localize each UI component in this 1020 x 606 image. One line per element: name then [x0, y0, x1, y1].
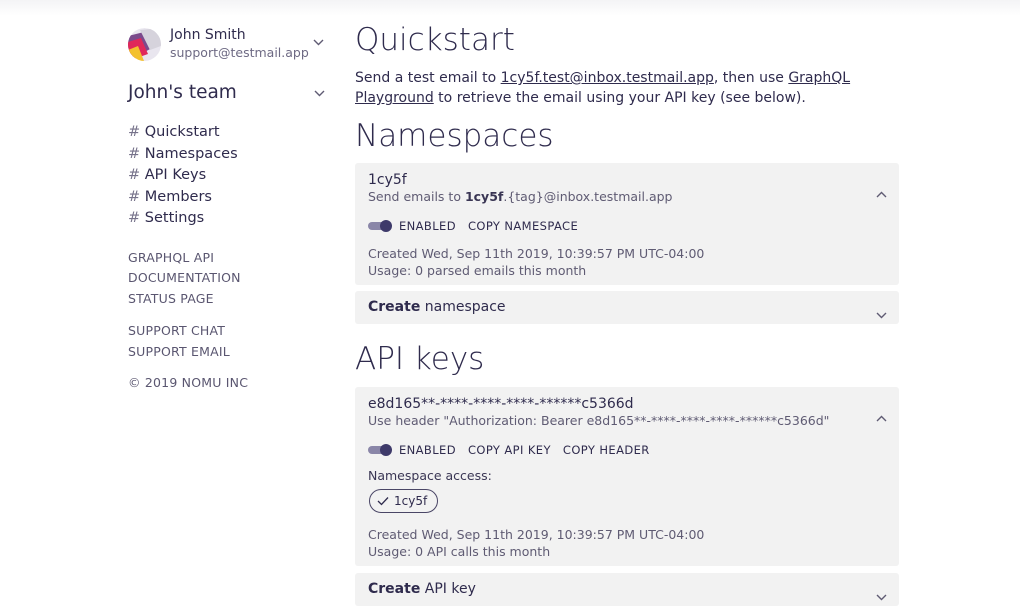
hash-icon: #	[128, 210, 141, 226]
intro-text: , then use	[713, 70, 789, 86]
api-keys-heading: API keys	[355, 341, 485, 377]
enabled-label: ENABLED	[399, 443, 456, 457]
quickstart-text: Send a test email to 1cy5f.test@inbox.te…	[355, 68, 915, 108]
api-key-actions: ENABLED COPY API KEY COPY HEADER	[368, 440, 662, 460]
user-email: support@testmail.app	[170, 45, 309, 60]
sidebar-item-settings[interactable]: # Settings	[128, 208, 328, 230]
enabled-toggle[interactable]	[368, 444, 392, 456]
create-api-key-label: Create API key	[368, 581, 476, 597]
chevron-down-icon[interactable]	[876, 304, 887, 323]
create-namespace-panel[interactable]: Create namespace	[355, 291, 899, 324]
namespaces-heading: Namespaces	[355, 118, 554, 154]
sidebar-item-label: Namespaces	[144, 145, 238, 162]
chip-label: 1cy5f	[394, 494, 428, 508]
support-links: SUPPORT CHAT SUPPORT EMAIL	[128, 321, 328, 362]
api-key-value: e8d165**-****-****-****-******c5366d	[368, 396, 634, 412]
page-title: Quickstart	[355, 22, 515, 58]
create-rest: API key	[420, 581, 476, 597]
intro-text: Send a test email to	[355, 70, 501, 86]
hint-text: .{tag}@inbox.testmail.app	[503, 189, 673, 204]
chevron-down-icon[interactable]	[314, 90, 325, 100]
copy-api-key-button[interactable]: COPY API KEY	[468, 443, 551, 457]
created-date: Created Wed, Sep 11th 2019, 10:39:57 PM …	[368, 527, 705, 542]
enabled-toggle[interactable]	[368, 220, 392, 232]
documentation-link[interactable]: DOCUMENTATION	[128, 268, 328, 289]
sidebar-item-label: API Keys	[144, 167, 207, 183]
copy-namespace-button[interactable]: COPY NAMESPACE	[468, 219, 578, 233]
graphql-api-link[interactable]: GRAPHQL API	[128, 248, 328, 269]
api-key-meta: Created Wed, Sep 11th 2019, 10:39:57 PM …	[368, 526, 704, 560]
namespace-actions: ENABLED COPY NAMESPACE	[368, 216, 590, 236]
enabled-label: ENABLED	[399, 219, 456, 233]
hint-namespace: 1cy5f	[464, 189, 504, 204]
created-date: Created Wed, Sep 11th 2019, 10:39:57 PM …	[368, 246, 705, 261]
namespace-name: 1cy5f	[368, 172, 407, 188]
sidebar-item-api-keys[interactable]: # API Keys	[128, 165, 328, 187]
chevron-down-icon[interactable]	[313, 39, 324, 49]
namespace-access-chip[interactable]: 1cy5f	[369, 489, 439, 513]
sidebar-item-members[interactable]: # Members	[128, 187, 328, 209]
sidebar-item-quickstart[interactable]: # Quickstart	[128, 122, 328, 144]
chevron-up-icon[interactable]	[876, 183, 887, 202]
copy-header-button[interactable]: COPY HEADER	[563, 443, 650, 457]
create-rest: namespace	[420, 299, 506, 315]
create-bold: Create	[368, 299, 421, 315]
sidebar-item-label: Quickstart	[144, 124, 220, 140]
status-page-link[interactable]: STATUS PAGE	[128, 289, 328, 310]
usage-text: Usage: 0 API calls this month	[368, 544, 551, 559]
sidebar-item-namespaces[interactable]: # Namespaces	[128, 144, 328, 166]
avatar	[128, 28, 161, 61]
resource-links: GRAPHQL API DOCUMENTATION STATUS PAGE	[128, 248, 328, 310]
user-switcher[interactable]: John Smith support@testmail.app	[128, 26, 328, 66]
support-email-link[interactable]: SUPPORT EMAIL	[128, 342, 328, 363]
chevron-up-icon[interactable]	[876, 407, 887, 426]
sidebar: John Smith support@testmail.app John's t…	[128, 26, 328, 390]
api-key-card: e8d165**-****-****-****-******c5366d Use…	[355, 387, 899, 566]
namespace-access-label: Namespace access:	[368, 468, 492, 483]
sidebar-item-label: Members	[144, 188, 212, 205]
hash-icon: #	[128, 167, 141, 183]
sidebar-nav: # Quickstart # Namespaces # API Keys # M…	[128, 122, 328, 230]
chevron-down-icon[interactable]	[876, 586, 887, 605]
copyright: © 2019 NOMU INC	[128, 375, 249, 390]
hash-icon: #	[128, 145, 141, 162]
api-key-header-hint: Use header "Authorization: Bearer e8d165…	[368, 413, 830, 428]
usage-text: Usage: 0 parsed emails this month	[368, 263, 587, 278]
create-namespace-label: Create namespace	[368, 299, 506, 315]
hash-icon: #	[128, 188, 141, 205]
namespace-card: 1cy5f Send emails to 1cy5f.{tag}@inbox.t…	[355, 163, 899, 285]
namespace-send-hint: Send emails to 1cy5f.{tag}@inbox.testmai…	[368, 189, 672, 204]
namespace-meta: Created Wed, Sep 11th 2019, 10:39:57 PM …	[368, 245, 704, 279]
create-bold: Create	[368, 581, 421, 597]
top-shadow	[0, 0, 1020, 16]
hint-text: Send emails to	[368, 189, 465, 204]
sidebar-item-label: Settings	[144, 210, 205, 226]
create-api-key-panel[interactable]: Create API key	[355, 573, 899, 606]
check-icon	[377, 497, 389, 506]
test-email-link[interactable]: 1cy5f.test@inbox.testmail.app	[501, 70, 714, 86]
hash-icon: #	[128, 124, 141, 140]
team-switcher[interactable]: John's team	[128, 82, 328, 108]
team-name: John's team	[128, 82, 237, 103]
intro-text: to retrieve the email using your API key…	[433, 90, 806, 106]
support-chat-link[interactable]: SUPPORT CHAT	[128, 321, 328, 342]
user-name: John Smith	[170, 27, 246, 43]
